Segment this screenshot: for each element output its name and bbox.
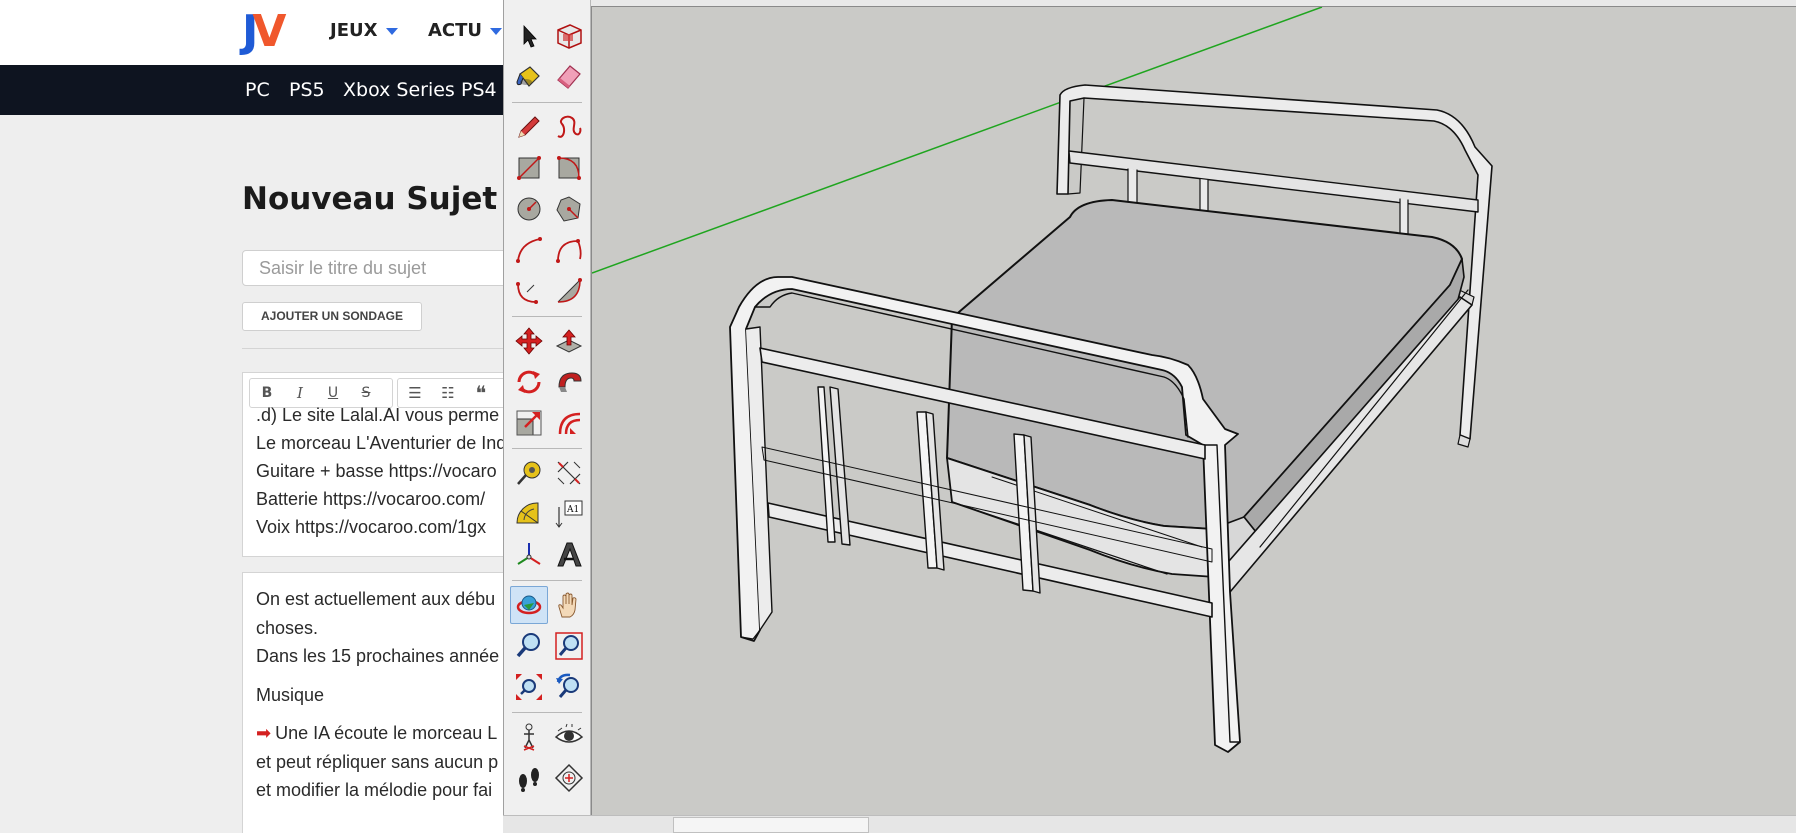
text-tool-icon[interactable]: A1: [550, 495, 588, 533]
nav-ps4[interactable]: PS4: [461, 79, 497, 101]
menu-actu[interactable]: ACTU: [428, 20, 503, 41]
circle-icon[interactable]: [510, 190, 548, 228]
nav-xbox-series[interactable]: Xbox Series: [343, 79, 455, 101]
two-point-arc-icon[interactable]: [510, 272, 548, 310]
message-editor[interactable]: B I U S ☰ ☷ ❝ .d) Le site Lalal.AI vous …: [242, 372, 520, 557]
editor-line: Guitare + basse https://vocaro: [256, 461, 497, 481]
message-preview: On est actuellement aux débu choses. Dan…: [242, 572, 520, 833]
add-poll-button[interactable]: AJOUTER UN SONDAGE: [242, 302, 422, 331]
bullet-list-button[interactable]: ☰: [404, 383, 426, 403]
arc-icon[interactable]: [510, 231, 548, 269]
bold-button[interactable]: B: [256, 383, 278, 403]
editor-line: Batterie https://vocaroo.com/: [256, 489, 486, 509]
offset-icon[interactable]: [550, 404, 588, 442]
3d-text-icon[interactable]: [550, 536, 588, 574]
underline-button[interactable]: U: [322, 383, 344, 403]
red-arrow-icon: ➡: [256, 723, 272, 743]
zoom-icon[interactable]: [510, 627, 548, 665]
scale-icon[interactable]: [510, 404, 548, 442]
zoom-window-icon[interactable]: [550, 627, 588, 665]
svg-text:A1: A1: [566, 505, 579, 515]
polygon-icon[interactable]: [550, 190, 588, 228]
follow-me-icon[interactable]: [550, 363, 588, 401]
sketchup-viewport[interactable]: [591, 6, 1796, 816]
push-pull-icon[interactable]: [550, 322, 588, 360]
rotated-rectangle-icon[interactable]: [550, 149, 588, 187]
rotate-icon[interactable]: [510, 363, 548, 401]
status-bar: [503, 815, 1796, 833]
editor-line: Voix https://vocaroo.com/1gx: [256, 517, 487, 537]
pencil-icon[interactable]: [510, 108, 548, 146]
page-title: Nouveau Sujet: [242, 181, 498, 217]
dimension-icon[interactable]: [550, 454, 588, 492]
background-webpage: JV JEUX ACTU PC PS5 Xbox Series PS4 Nouv…: [0, 0, 520, 833]
rectangle-icon[interactable]: [510, 149, 548, 187]
sketchup-toolbar: A1: [503, 0, 591, 815]
orbit-icon[interactable]: [510, 586, 548, 624]
preview-heading: Musique: [256, 684, 325, 705]
italic-button[interactable]: I: [289, 383, 311, 403]
divider: [242, 348, 520, 349]
editor-line: Le morceau L'Aventurier de Ind: [256, 433, 507, 453]
pan-icon[interactable]: [550, 586, 588, 624]
axes-icon[interactable]: [510, 536, 548, 574]
chevron-down-icon: [490, 27, 503, 35]
measurements-box[interactable]: [673, 817, 869, 833]
look-around-icon[interactable]: [550, 718, 588, 756]
position-camera-icon[interactable]: [510, 718, 548, 756]
freehand-icon[interactable]: [550, 108, 588, 146]
nav-pc[interactable]: PC: [245, 79, 270, 101]
section-plane-icon[interactable]: [550, 759, 588, 797]
topic-title-input[interactable]: [243, 251, 519, 285]
walk-icon[interactable]: [510, 759, 548, 797]
three-point-arc-icon[interactable]: [550, 272, 588, 310]
bed-model: [729, 84, 1493, 753]
platform-nav: PC PS5 Xbox Series PS4: [0, 65, 520, 115]
menu-jeux[interactable]: JEUX: [330, 20, 398, 41]
tape-measure-icon[interactable]: [510, 454, 548, 492]
preview-content: On est actuellement aux débu choses. Dan…: [256, 589, 500, 800]
pie-arc-icon[interactable]: [550, 231, 588, 269]
nav-ps5[interactable]: PS5: [289, 79, 325, 101]
numbered-list-button[interactable]: ☷: [437, 383, 459, 403]
protractor-icon[interactable]: [510, 495, 548, 533]
make-component-icon[interactable]: [550, 17, 588, 55]
editor-content[interactable]: .d) Le site Lalal.AI vous perme Le morce…: [256, 405, 507, 541]
eraser-icon[interactable]: [550, 58, 588, 96]
previous-view-icon[interactable]: [550, 668, 588, 706]
select-icon[interactable]: [510, 17, 548, 55]
site-logo[interactable]: JV: [242, 10, 286, 54]
site-header: JV JEUX ACTU: [0, 0, 520, 65]
chevron-down-icon: [385, 27, 398, 35]
move-icon[interactable]: [510, 322, 548, 360]
paint-bucket-icon[interactable]: [510, 58, 548, 96]
strikethrough-button[interactable]: S: [355, 383, 377, 403]
zoom-extents-icon[interactable]: [510, 668, 548, 706]
quote-button[interactable]: ❝: [470, 383, 492, 403]
editor-line: .d) Le site Lalal.AI vous perme: [256, 405, 500, 425]
title-field-wrapper: [242, 250, 520, 286]
